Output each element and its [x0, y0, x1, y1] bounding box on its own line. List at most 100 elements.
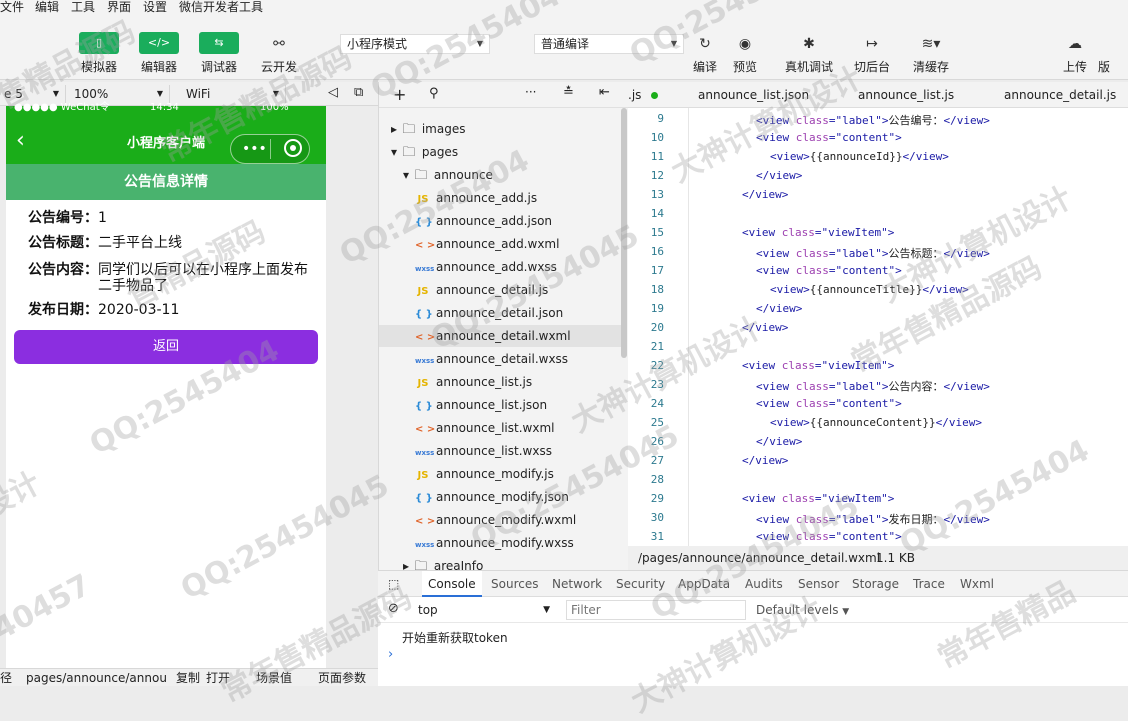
- add-icon[interactable]: +: [393, 85, 406, 104]
- file-tree-item[interactable]: JS announce_detail.js: [415, 279, 549, 301]
- split-icon[interactable]: ⇤: [599, 85, 610, 100]
- file-tree-item[interactable]: < >announce_add.wxml: [415, 233, 559, 255]
- capsule-divider: [270, 139, 271, 159]
- page-path: pages/announce/annou: [26, 671, 167, 685]
- tab-js[interactable]: .js: [628, 82, 659, 108]
- file-tree-item[interactable]: JS announce_add.js: [415, 187, 538, 209]
- line-number: 13: [650, 188, 664, 201]
- close-circle-icon[interactable]: [284, 139, 302, 157]
- chevron-icon[interactable]: ▾: [391, 145, 401, 159]
- devtools-tab-audits[interactable]: Audits: [745, 571, 783, 597]
- menu-wechat-devtools[interactable]: 微信开发者工具: [179, 0, 263, 14]
- tab-announce-detail-js[interactable]: announce_detail.js: [1004, 82, 1116, 108]
- background-button[interactable]: ↦: [857, 34, 887, 54]
- bug-icon: ✱: [803, 36, 815, 52]
- chevron-down-icon: ▼: [272, 89, 279, 98]
- code-line: <view class="label">公告内容：</view>: [756, 380, 990, 393]
- devtools-tab-sensor[interactable]: Sensor: [798, 571, 839, 597]
- file-name: announce_detail.wxss: [436, 352, 569, 366]
- devtools-tab-appdata[interactable]: AppData: [678, 571, 730, 597]
- file-tree-item[interactable]: ▸ 🗀 images: [391, 118, 465, 140]
- explorer-scrollbar[interactable]: [621, 108, 627, 358]
- chevron-icon[interactable]: ▾: [403, 168, 413, 182]
- more-dots-icon[interactable]: •••: [242, 140, 267, 158]
- file-tree-item[interactable]: wxss announce_detail.wxss: [415, 348, 568, 370]
- file-tree-item[interactable]: JS announce_list.js: [415, 371, 533, 393]
- open-link[interactable]: 打开: [206, 669, 230, 687]
- file-tree-item[interactable]: ▾ 🗀 pages: [391, 141, 458, 163]
- mode-select[interactable]: 小程序模式 ▼: [340, 34, 490, 54]
- file-tree-item[interactable]: JS announce_modify.js: [415, 463, 554, 485]
- inspect-icon[interactable]: ⬚: [388, 577, 399, 591]
- devtools-tab-network[interactable]: Network: [552, 571, 602, 597]
- file-tree-item[interactable]: < >announce_detail.wxml: [379, 325, 621, 347]
- file-tree-item[interactable]: { } announce_list.json: [415, 394, 547, 416]
- search-icon[interactable]: ⚲: [429, 86, 439, 101]
- editor-button[interactable]: </>: [139, 32, 179, 54]
- volume-icon[interactable]: ◁: [328, 85, 338, 100]
- code-line: </view>: [742, 188, 789, 201]
- js-file-icon: JS: [417, 194, 429, 205]
- line-number: 29: [650, 492, 664, 505]
- tab-announce-list-js[interactable]: announce_list.js: [858, 82, 954, 108]
- devtools-tab-sources[interactable]: Sources: [491, 571, 538, 597]
- folder-icon: 🗀: [402, 145, 416, 160]
- line-number: 30: [650, 511, 664, 524]
- copy-link[interactable]: 复制: [176, 669, 200, 687]
- upload-label: 上传: [1062, 60, 1087, 74]
- menu-settings[interactable]: 设置: [143, 0, 167, 14]
- menu-tools[interactable]: 工具: [71, 0, 95, 14]
- levels-select[interactable]: Default levels ▼: [756, 601, 849, 621]
- rotate-icon[interactable]: ⧉: [354, 85, 363, 100]
- json-file-icon: { }: [415, 493, 433, 504]
- tab-label: announce_list.json: [698, 88, 810, 102]
- context-select[interactable]: top ▼: [418, 601, 554, 619]
- devtools-tab-storage[interactable]: Storage: [852, 571, 899, 597]
- file-name: pages: [421, 145, 459, 159]
- file-tree-item[interactable]: ▾ 🗀 announce: [403, 164, 493, 186]
- code-line: <view class="content">: [756, 530, 902, 543]
- back-arrow-icon[interactable]: ‹: [16, 130, 25, 152]
- compile-select[interactable]: 普通编译 ▼: [534, 34, 684, 54]
- file-tree-item[interactable]: wxss announce_add.wxss: [415, 256, 557, 278]
- preview-button[interactable]: ◉: [730, 34, 760, 54]
- devtools-tab-trace[interactable]: Trace: [913, 571, 945, 597]
- line-number: 16: [650, 245, 664, 258]
- debugger-button[interactable]: ⇆: [199, 32, 239, 54]
- file-tree-item[interactable]: { } announce_detail.json: [415, 302, 563, 324]
- filter-input[interactable]: [566, 600, 746, 620]
- device-debug-button[interactable]: ✱: [794, 34, 824, 54]
- tab-announce-list-json[interactable]: announce_list.json: [698, 82, 809, 108]
- clear-console-icon[interactable]: ⊘: [388, 601, 399, 616]
- menu-view[interactable]: 界面: [107, 0, 131, 14]
- upload-button[interactable]: ☁: [1060, 34, 1090, 54]
- network-select[interactable]: WiFi ▼: [182, 85, 286, 103]
- menu-edit[interactable]: 编辑: [35, 0, 59, 14]
- clear-cache-button[interactable]: ≋▾: [916, 34, 946, 54]
- file-tree-item[interactable]: wxss announce_modify.wxss: [415, 532, 574, 554]
- simulator-button[interactable]: ▯: [79, 32, 119, 54]
- file-tree-item[interactable]: < >announce_modify.wxml: [415, 509, 576, 531]
- version-label[interactable]: 版: [1098, 58, 1128, 75]
- file-tree-item[interactable]: { } announce_modify.json: [415, 486, 569, 508]
- collapse-icon[interactable]: ≛: [563, 85, 574, 100]
- devtools-tab-console[interactable]: Console: [422, 571, 482, 597]
- file-tree-item[interactable]: < >announce_list.wxml: [415, 417, 554, 439]
- devtools-tab-wxml[interactable]: Wxml: [960, 571, 994, 597]
- menu-file[interactable]: 文件: [0, 0, 24, 14]
- more-icon[interactable]: ···: [525, 85, 536, 99]
- page-params[interactable]: 页面参数: [318, 669, 366, 687]
- file-tree-item[interactable]: { } announce_add.json: [415, 210, 552, 232]
- chevron-icon[interactable]: ▸: [391, 122, 401, 136]
- devtools-tab-security[interactable]: Security: [616, 571, 665, 597]
- compile-button[interactable]: ↻: [690, 34, 720, 54]
- console-prompt[interactable]: ›: [388, 647, 393, 662]
- code-area[interactable]: 9 <view class="label">公告编号：</view> 10 <view…: [628, 108, 1128, 546]
- back-button[interactable]: 返回: [14, 330, 318, 364]
- zoom-select[interactable]: 100% ▼: [70, 85, 170, 103]
- device-select[interactable]: e 5 ▼: [0, 85, 66, 103]
- line-number: 19: [650, 302, 664, 315]
- cloud-dev-button[interactable]: ⚯: [264, 34, 294, 54]
- file-tree-item[interactable]: wxss announce_list.wxss: [415, 440, 552, 462]
- scene-value[interactable]: 场景值: [256, 669, 292, 687]
